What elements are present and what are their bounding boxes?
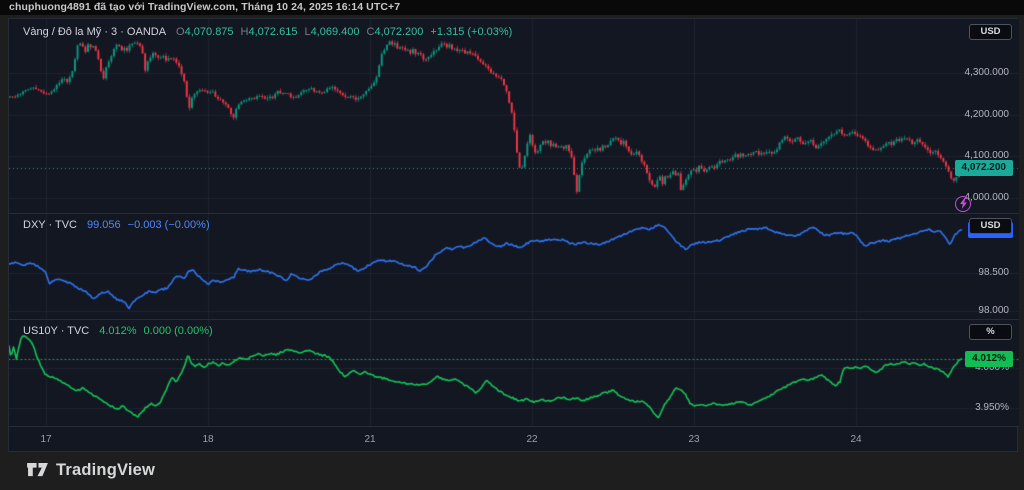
- price-axis-label: 3.950%: [975, 402, 1009, 414]
- gold-change: +1.315 (+0.03%): [430, 26, 512, 38]
- ohlc-high-key: H: [241, 26, 249, 38]
- ohlc-high-value: 4,072.615: [249, 26, 298, 38]
- gold-panel-header: Vàng / Đô la Mỹ · 3 · OANDAO4,070.875H4,…: [23, 26, 512, 38]
- dxy-panel-header: DXY · TVC 99.056 −0.003 (−0.00%): [23, 219, 210, 231]
- price-axis-label: 4,200.000: [965, 109, 1010, 121]
- chart-widget: Vàng / Đô la Mỹ · 3 · OANDAO4,070.875H4,…: [8, 18, 1018, 452]
- price-axis-label: 98.500: [978, 267, 1009, 279]
- us10y-last-price-pill: 4.012%: [965, 351, 1013, 367]
- price-axis-label: 4,300.000: [965, 67, 1010, 79]
- boost-lightning-icon[interactable]: [955, 196, 971, 212]
- gold-candlestick-chart: [9, 19, 1019, 213]
- ohlc-open-value: 4,070.875: [185, 26, 234, 38]
- tradingview-logo-text: TradingView: [56, 461, 155, 480]
- us10y-panel-header: US10Y · TVC 4.012% 0.000 (0.00%): [23, 325, 213, 337]
- footer-bar: TradingView: [0, 452, 1024, 490]
- time-axis-label: 21: [364, 434, 375, 445]
- dxy-value: 99.056: [87, 219, 121, 231]
- ohlc-open-key: O: [176, 26, 185, 38]
- time-axis-label: 18: [202, 434, 213, 445]
- gold-axis-currency-button[interactable]: USD: [969, 24, 1012, 40]
- dxy-axis-currency-button[interactable]: USD: [969, 218, 1012, 234]
- us10y-value: 4.012%: [99, 325, 136, 337]
- tradingview-logo-icon: [26, 462, 49, 479]
- ohlc-close-value: 4,072.200: [374, 26, 423, 38]
- panel-separator[interactable]: [9, 319, 1019, 320]
- us10y-symbol-title[interactable]: US10Y · TVC: [23, 325, 89, 337]
- panel-separator[interactable]: [9, 213, 1019, 214]
- us10y-change: 0.000 (0.00%): [144, 325, 213, 337]
- attribution-bar: chuphuong4891 đã tạo với TradingView.com…: [0, 0, 1024, 15]
- gold-last-price-pill: 4,072.200: [955, 160, 1014, 176]
- ohlc-low-value: 4,069.400: [311, 26, 360, 38]
- time-axis-label: 22: [526, 434, 537, 445]
- us10y-axis-unit-button[interactable]: %: [969, 324, 1012, 340]
- time-axis[interactable]: [9, 426, 1019, 453]
- time-axis-label: 24: [850, 434, 861, 445]
- dxy-change: −0.003 (−0.00%): [128, 219, 210, 231]
- gold-symbol-title[interactable]: Vàng / Đô la Mỹ · 3 · OANDA: [23, 26, 166, 38]
- price-axis-label: 4,000.000: [965, 192, 1010, 204]
- tradingview-snapshot-page: chuphuong4891 đã tạo với TradingView.com…: [0, 0, 1024, 490]
- price-axis-label: 98.000: [978, 305, 1009, 317]
- dxy-symbol-title[interactable]: DXY · TVC: [23, 219, 77, 231]
- time-axis-label: 23: [688, 434, 699, 445]
- time-axis-label: 17: [40, 434, 51, 445]
- tradingview-logo[interactable]: TradingView: [26, 461, 155, 480]
